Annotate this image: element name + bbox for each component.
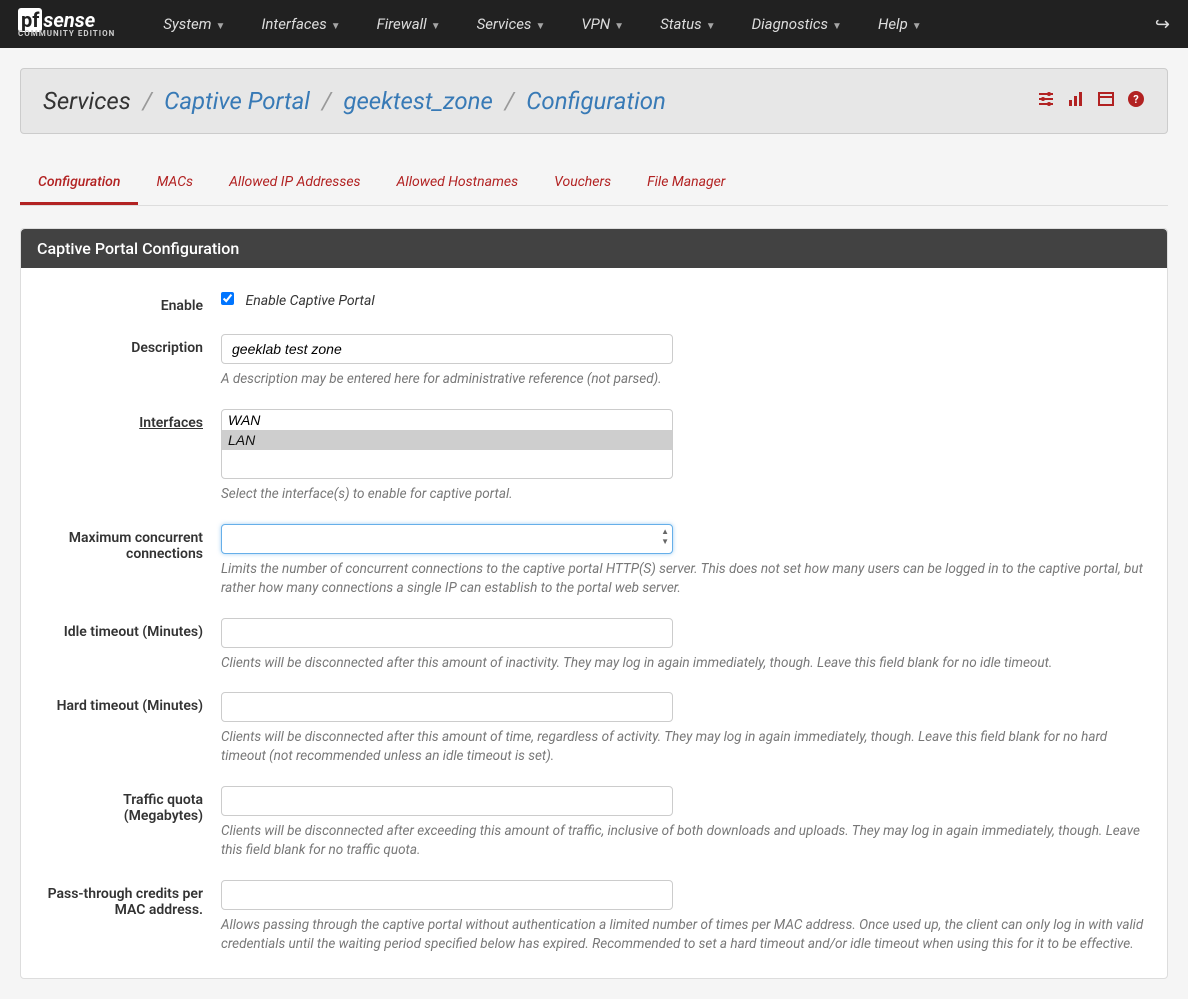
logo-brand: sense — [43, 8, 95, 32]
passthru-credits-input[interactable] — [221, 880, 673, 910]
logo-prefix: pf — [18, 8, 42, 32]
caret-icon: ▼ — [216, 21, 226, 32]
description-input[interactable] — [221, 334, 673, 364]
tab-allowed-hostnames[interactable]: Allowed Hostnames — [379, 162, 537, 205]
svg-text:?: ? — [1133, 93, 1139, 106]
panel-title: Captive Portal Configuration — [21, 229, 1167, 268]
tab-macs[interactable]: MACs — [138, 162, 211, 205]
nav-item-services[interactable]: Services▼ — [459, 1, 564, 47]
sliders-icon[interactable] — [1037, 90, 1055, 113]
caret-icon: ▼ — [535, 21, 545, 32]
enable-checkbox[interactable] — [221, 292, 234, 305]
page-action-icons: ? — [1037, 90, 1145, 113]
caret-icon: ▼ — [614, 21, 624, 32]
breadcrumb-current[interactable]: Configuration — [526, 87, 666, 115]
breadcrumb: Services / Captive Portal / geektest_zon… — [43, 87, 666, 115]
breadcrumb-zone[interactable]: geektest_zone — [343, 87, 492, 115]
row-enable: Enable Enable Captive Portal — [41, 282, 1147, 324]
label-passthru: Pass-through credits per MAC address. — [41, 880, 221, 918]
logo-subtitle: COMMUNITY EDITION — [18, 29, 115, 38]
help-description: A description may be entered here for ad… — [221, 370, 1147, 389]
idle-timeout-input[interactable] — [221, 618, 673, 648]
row-quota: Traffic quota (Megabytes) Clients will b… — [41, 776, 1147, 870]
breadcrumb-captive-portal[interactable]: Captive Portal — [164, 87, 310, 115]
row-description: Description A description may be entered… — [41, 324, 1147, 399]
nav-item-vpn[interactable]: VPN▼ — [563, 1, 642, 47]
tab-file-manager[interactable]: File Manager — [629, 162, 743, 205]
config-panel: Captive Portal Configuration Enable Enab… — [20, 228, 1168, 979]
interfaces-select[interactable]: WAN LAN — [221, 409, 673, 479]
label-hard: Hard timeout (Minutes) — [41, 692, 221, 714]
chart-icon[interactable] — [1067, 90, 1085, 113]
row-passthru: Pass-through credits per MAC address. Al… — [41, 870, 1147, 964]
nav-item-interfaces[interactable]: Interfaces▼ — [243, 1, 358, 47]
label-maxconn: Maximum concurrent connections — [41, 524, 221, 562]
nav-item-diagnostics[interactable]: Diagnostics▼ — [734, 1, 860, 47]
logo[interactable]: pfsense COMMUNITY EDITION — [18, 11, 115, 38]
row-interfaces: Interfaces WAN LAN Select the interface(… — [41, 399, 1147, 514]
hard-timeout-input[interactable] — [221, 692, 673, 722]
tab-configuration[interactable]: Configuration — [20, 162, 138, 205]
label-quota: Traffic quota (Megabytes) — [41, 786, 221, 824]
breadcrumb-panel: Services / Captive Portal / geektest_zon… — [20, 68, 1168, 134]
row-hard: Hard timeout (Minutes) Clients will be d… — [41, 682, 1147, 776]
logout-icon[interactable]: ↪ — [1155, 14, 1170, 35]
help-hard: Clients will be disconnected after this … — [221, 728, 1147, 766]
label-description: Description — [41, 334, 221, 356]
help-quota: Clients will be disconnected after excee… — [221, 822, 1147, 860]
option-lan[interactable]: LAN — [222, 430, 672, 450]
caret-icon: ▼ — [431, 21, 441, 32]
traffic-quota-input[interactable] — [221, 786, 673, 816]
label-enable: Enable — [41, 292, 221, 314]
log-icon[interactable] — [1097, 90, 1115, 113]
help-icon[interactable]: ? — [1127, 90, 1145, 113]
nav-menu: System▼ Interfaces▼ Firewall▼ Services▼ … — [145, 1, 1155, 47]
maxconn-input[interactable] — [221, 524, 673, 554]
tab-vouchers[interactable]: Vouchers — [536, 162, 629, 205]
help-passthru: Allows passing through the captive porta… — [221, 916, 1147, 954]
help-maxconn: Limits the number of concurrent connecti… — [221, 560, 1147, 598]
option-wan[interactable]: WAN — [222, 410, 672, 430]
enable-checkbox-label: Enable Captive Portal — [245, 293, 374, 309]
caret-icon: ▼ — [912, 21, 922, 32]
row-maxconn: Maximum concurrent connections ▲▼ Limits… — [41, 514, 1147, 608]
nav-item-firewall[interactable]: Firewall▼ — [359, 1, 459, 47]
label-interfaces: Interfaces — [41, 409, 221, 431]
nav-item-status[interactable]: Status▼ — [642, 1, 734, 47]
help-interfaces: Select the interface(s) to enable for ca… — [221, 485, 1147, 504]
label-idle: Idle timeout (Minutes) — [41, 618, 221, 640]
nav-item-system[interactable]: System▼ — [145, 1, 243, 47]
nav-item-help[interactable]: Help▼ — [860, 1, 940, 47]
caret-icon: ▼ — [331, 21, 341, 32]
help-idle: Clients will be disconnected after this … — [221, 654, 1147, 673]
top-navbar: pfsense COMMUNITY EDITION System▼ Interf… — [0, 0, 1188, 48]
breadcrumb-root: Services — [43, 87, 131, 115]
row-idle: Idle timeout (Minutes) Clients will be d… — [41, 608, 1147, 683]
tab-allowed-ip[interactable]: Allowed IP Addresses — [211, 162, 378, 205]
spinner-icon[interactable]: ▲▼ — [661, 527, 669, 547]
tabs: Configuration MACs Allowed IP Addresses … — [20, 162, 1168, 206]
caret-icon: ▼ — [706, 21, 716, 32]
caret-icon: ▼ — [832, 21, 842, 32]
